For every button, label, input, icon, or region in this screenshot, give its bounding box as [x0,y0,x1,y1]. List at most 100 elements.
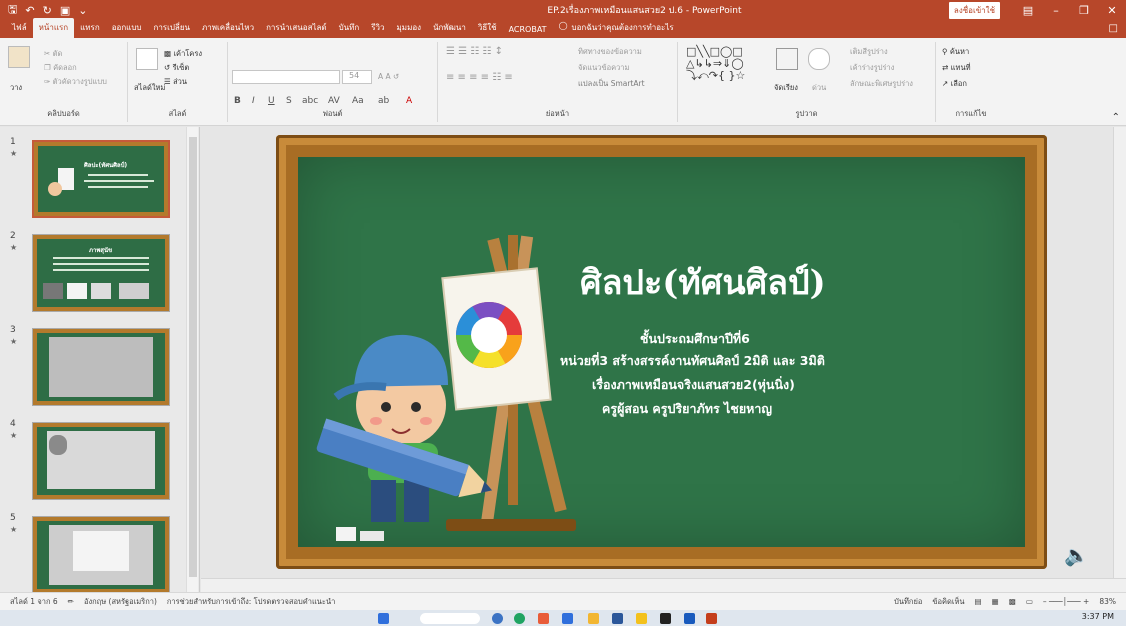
font-size-input[interactable]: 54 [342,70,372,84]
alignment-controls[interactable]: ≡ ≡ ≡ ≡ ☷ ≡ [446,72,513,83]
slide-thumbnail-2[interactable]: ภาพสุนัข [32,234,170,312]
zoom-slider[interactable]: – ───│─── + [1043,597,1089,606]
select-button[interactable]: ↗ เลือก [942,78,967,90]
section-button[interactable]: ☰ ส่วน [164,76,187,88]
slide-thumbnail-1[interactable]: ศิลปะ(ทัศนศิลป์) [32,140,170,218]
shape-effects-button[interactable]: ลักษณะพิเศษรูปร่าง [850,78,913,90]
shape-fill-button[interactable]: เติมสีรูปร่าง [850,46,888,58]
collapse-ribbon-icon[interactable]: ⌃ [1112,112,1120,123]
tab-help[interactable]: วิธีใช้ [472,21,503,38]
language-status[interactable]: อังกฤษ (สหรัฐอเมริกา) [84,596,157,608]
taskbar-app-icon[interactable] [492,613,503,624]
tab-slideshow[interactable]: การนำเสนอสไลด์ [260,21,333,38]
redo-icon[interactable]: ↻ [43,4,52,17]
slide-subtitle-unit[interactable]: หน่วยที่3 สร้างสรรค์งานทัศนศิลป์ 2มิติ แ… [560,351,825,371]
restore-icon[interactable]: ❐ [1070,4,1098,17]
arrange-icon[interactable] [776,48,798,70]
present-icon[interactable]: ▣ [60,4,70,17]
save-icon[interactable]: 🖫 [8,1,17,20]
font-grow-shrink[interactable]: A A ↺ [378,72,399,81]
slide-thumbnail-5[interactable] [32,516,170,594]
speaker-icon[interactable]: 🔈 [1064,543,1089,567]
taskbar-app-icon[interactable] [612,613,623,624]
slide-thumbnail-3[interactable] [32,328,170,406]
zoom-level[interactable]: 83% [1099,597,1116,606]
taskbar-app-icon[interactable] [538,613,549,624]
cut-button[interactable]: ✂ ตัด [44,48,62,60]
taskbar-powerpoint-icon[interactable] [706,613,717,624]
font-name-input[interactable] [232,70,340,84]
tab-animations[interactable]: ภาพเคลื่อนไหว [196,21,260,38]
list-controls[interactable]: ☰ ☰ ☷ ☷ ↕ [446,46,503,57]
tab-file[interactable]: ไฟล์ [6,21,33,38]
paste-button[interactable]: วาง [10,82,22,94]
reset-button[interactable]: ↺ รีเซ็ต [164,62,189,74]
taskbar-app-icon[interactable] [514,613,525,624]
tab-review[interactable]: รีวิว [365,21,390,38]
tab-design[interactable]: ออกแบบ [106,21,148,38]
spellcheck-icon[interactable]: ✏ [68,597,74,606]
change-case-icon[interactable]: Aa [352,96,364,106]
minimize-icon[interactable]: – [1042,4,1070,17]
comments-button[interactable]: ข้อคิดเห็น [932,596,964,608]
font-color-icon[interactable]: A [406,96,412,106]
slide-title[interactable]: ศิลปะ(ทัศนศิลป์) [580,255,826,309]
customize-qat-icon[interactable]: ⌄ [78,4,87,17]
strikethrough-icon[interactable]: abc [302,96,318,106]
slide-count-status[interactable]: สไลด์ 1 จาก 6 [10,596,58,608]
tab-record[interactable]: บันทึก [333,21,366,38]
tab-insert[interactable]: แทรก [74,21,106,38]
new-slide-button[interactable]: สไลด์ใหม่ [134,82,165,94]
underline-icon[interactable]: U [268,96,275,106]
paste-icon[interactable] [8,46,30,68]
find-button[interactable]: ⚲ ค้นหา [942,46,969,58]
new-slide-icon[interactable] [136,48,158,70]
slide-thumbnail-4[interactable] [32,422,170,500]
shapes-gallery[interactable]: □╲╲□◯□ △↳↳⇒⇓◯ ⤵⤺↷{ }☆ [686,46,745,82]
slide-vertical-scrollbar[interactable] [1113,127,1126,578]
accessibility-status[interactable]: การช่วยสำหรับการเข้าถึง: โปรดตรวจสอบคำแน… [167,596,335,608]
spacing-icon[interactable]: AV [328,96,340,106]
taskbar-search-icon[interactable] [420,613,480,624]
normal-view-icon[interactable]: ▤ [975,597,982,606]
tab-view[interactable]: มุมมอง [391,21,428,38]
italic-icon[interactable]: I [252,96,255,106]
quick-styles-icon[interactable] [808,48,830,70]
start-icon[interactable] [378,613,389,624]
taskbar-app-icon[interactable] [588,613,599,624]
sign-in-button[interactable]: ลงชื่อเข้าใช้ [948,1,1000,19]
taskbar-app-icon[interactable] [684,613,695,624]
layout-button[interactable]: ▩ เค้าโครง [164,48,202,60]
copy-button[interactable]: ❐ คัดลอก [44,62,77,74]
quick-styles-button[interactable]: ด่วน [812,82,826,94]
shadow-icon[interactable]: S [286,96,292,106]
arrange-button[interactable]: จัดเรียง [774,82,798,94]
slide-subtitle-topic[interactable]: เรื่องภาพเหมือนจริงแสนสวย2(หุ่นนิ่ง) [592,375,795,395]
slideshow-icon[interactable]: ▭ [1026,597,1033,606]
notes-button[interactable]: บันทึกย่อ [894,596,922,608]
highlight-icon[interactable]: ab [378,96,389,106]
close-icon[interactable]: ✕ [1098,4,1126,17]
ribbon-display-icon[interactable]: ▤ [1014,4,1042,17]
slide-sorter-icon[interactable]: ▦ [992,597,999,606]
align-text-button[interactable]: จัดแนวข้อความ [578,62,629,74]
slide-subtitle-grade[interactable]: ชั้นประถมศึกษาปีที่6 [640,329,750,349]
tab-acrobat[interactable]: ACROBAT [503,25,553,38]
shape-outline-button[interactable]: เค้าร่างรูปร่าง [850,62,894,74]
taskbar-app-icon[interactable] [562,613,573,624]
taskbar-clock[interactable]: 3:37 PM [1082,612,1114,621]
tab-developer[interactable]: นักพัฒนา [427,21,472,38]
taskbar-app-icon[interactable] [660,613,671,624]
main-slide[interactable]: ศิลปะ(ทัศนศิลป์) ชั้นประถมศึกษาปีที่6 หน… [276,135,1047,569]
tab-home[interactable]: หน้าแรก [32,18,75,38]
reading-view-icon[interactable]: ▩ [1009,597,1016,606]
slide-horizontal-scrollbar[interactable] [201,578,1126,592]
text-direction-button[interactable]: ทิศทางของข้อความ [578,46,642,58]
thumbnail-scrollbar[interactable] [186,127,198,592]
smartart-button[interactable]: แปลงเป็น SmartArt [578,78,645,90]
slide-subtitle-teacher[interactable]: ครูผู้สอน ครูปริยาภัทร ไชยหาญ [602,399,772,419]
tell-me-box[interactable]: ◯ บอกฉันว่าคุณต้องการทำอะไร [553,21,680,38]
replace-button[interactable]: ⇄ แทนที่ [942,62,971,74]
undo-icon[interactable]: ↶ [25,4,34,17]
bold-icon[interactable]: B [234,96,241,106]
